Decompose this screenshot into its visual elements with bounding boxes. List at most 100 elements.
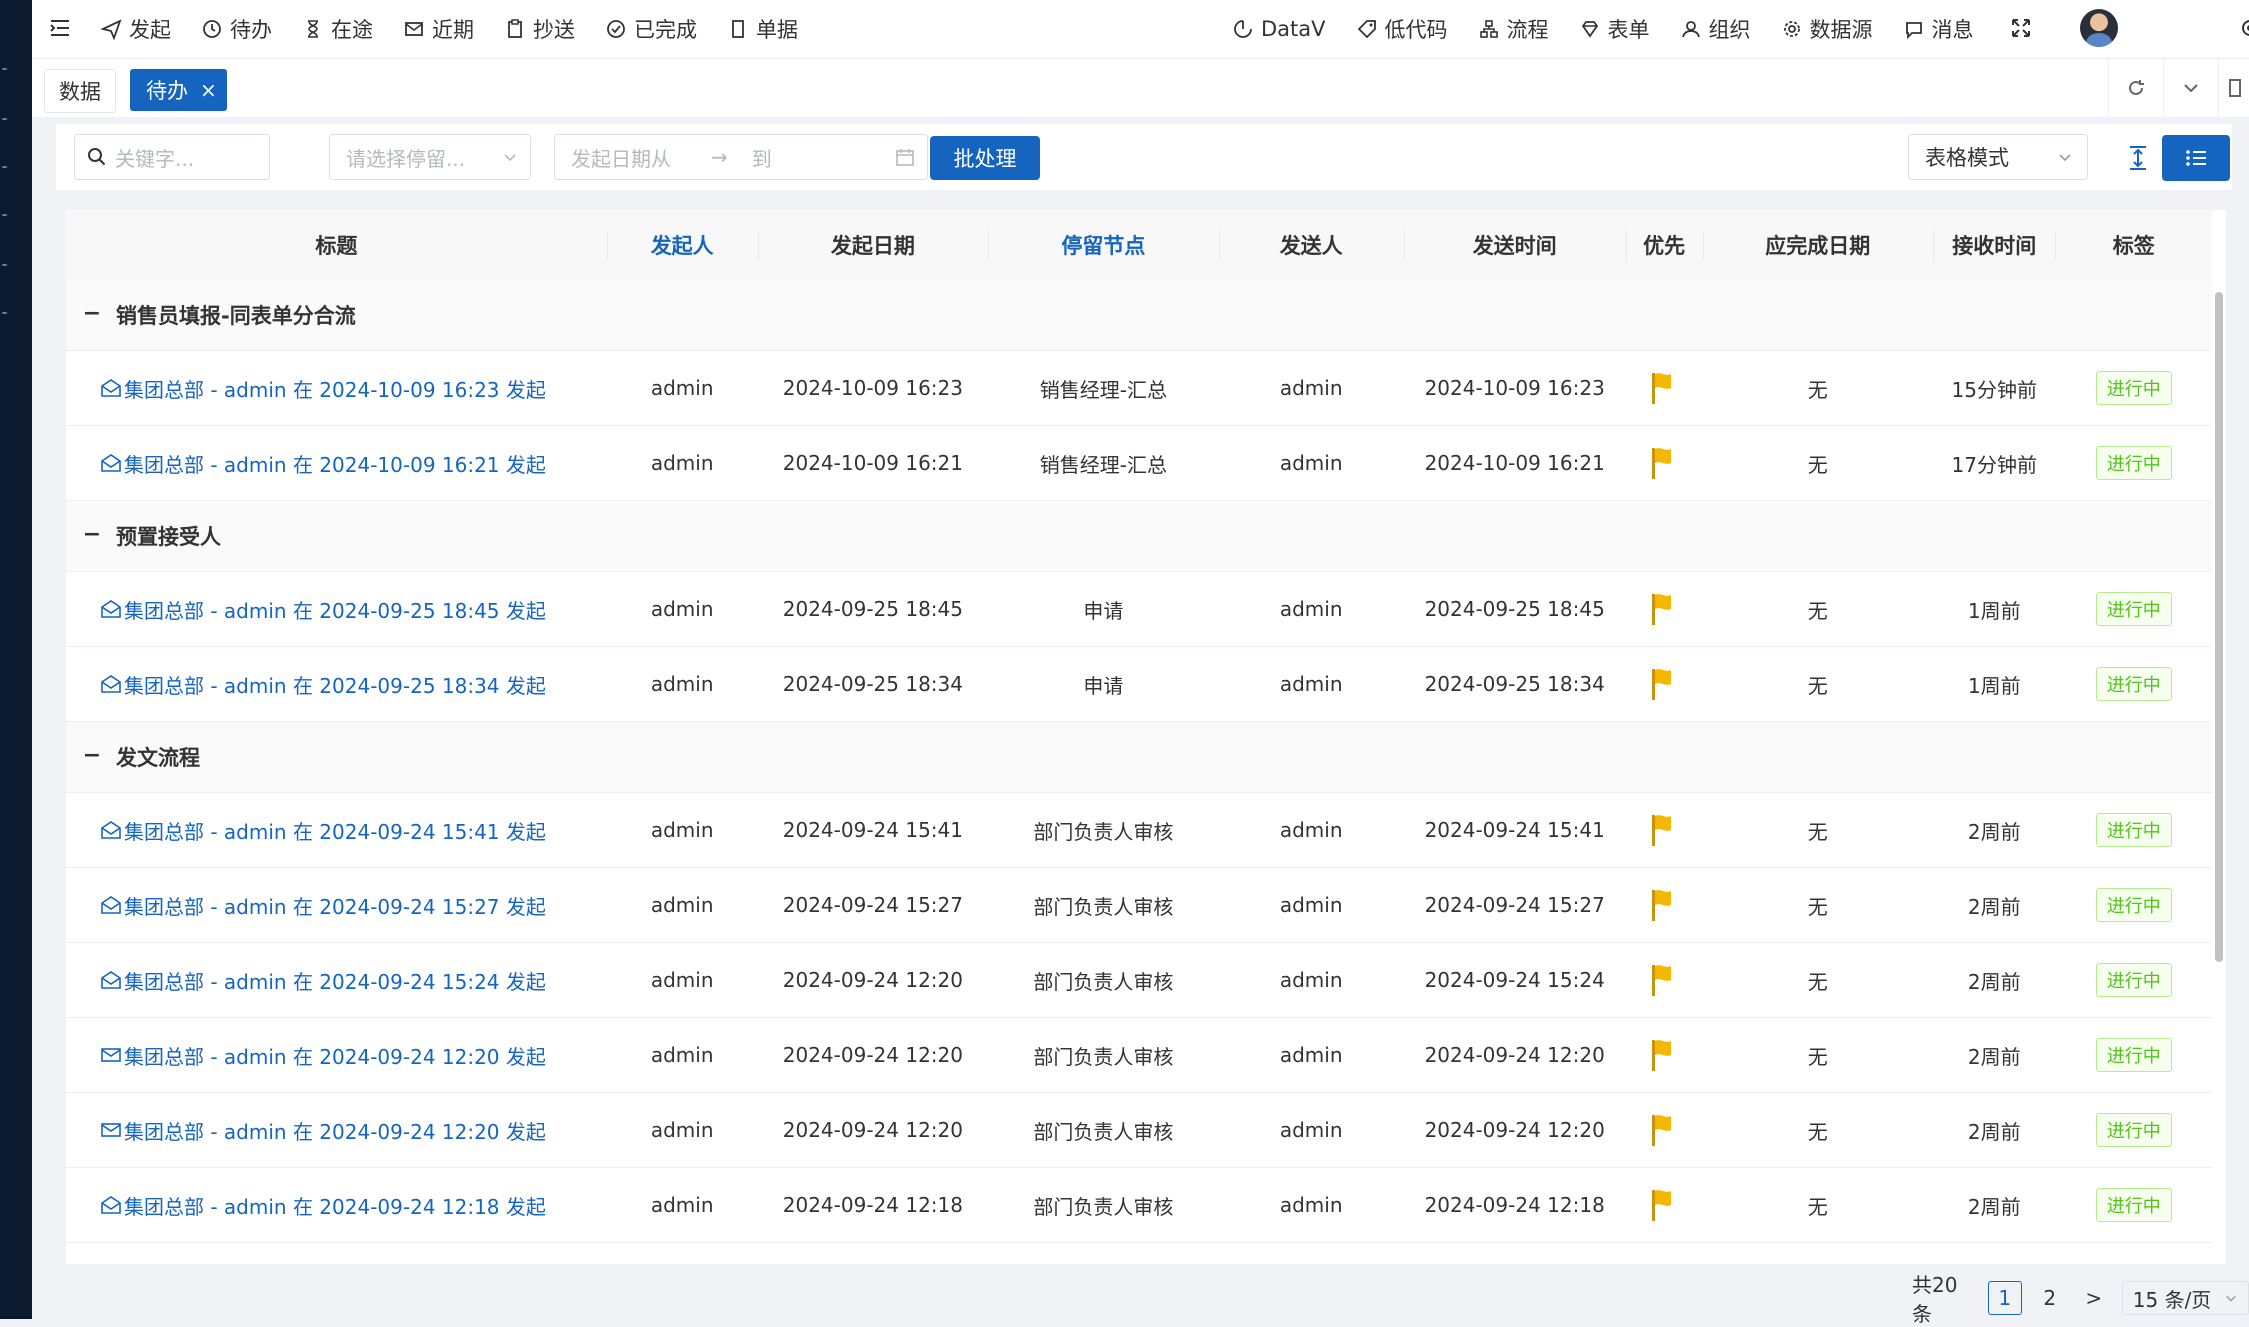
view-mode-select[interactable]: 表格模式 [1908,134,2088,180]
table-row[interactable]: 集团总部 - admin 在 2024-09-24 15:24 发起 admin 2… [66,943,2212,1018]
tag-cell: 进行中 [2055,1093,2212,1167]
task-title-text: 集团总部 - admin 在 2024-09-24 15:41 发起 [124,819,546,844]
task-title-link[interactable]: 集团总部 - admin 在 2024-09-24 15:27 发起 [100,868,607,942]
nav-item-label: 流程 [1506,18,1549,42]
cell-node: 销售经理-汇总 [1039,377,1168,402]
nav-item-right-0[interactable]: DataV [1232,17,1326,41]
more-icon[interactable] [2218,59,2249,117]
task-title-link[interactable]: 集团总部 - admin 在 2024-09-24 12:18 发起 [100,1168,607,1242]
cell-starter: admin [650,451,714,475]
page-button[interactable]: 2 [2034,1282,2066,1314]
scrollbar-thumb[interactable] [2215,292,2223,962]
table-row[interactable]: 集团总部 - admin 在 2024-09-24 15:27 发起 admin 2… [66,868,2212,943]
task-title-link[interactable]: 集团总部 - admin 在 2024-09-24 12:20 发起 [100,1018,607,1092]
date-from-placeholder: 发起日期从 [571,146,671,171]
cell-starter: admin [650,818,714,842]
priority-cell [1626,426,1703,500]
column-header[interactable]: 停留节点 [988,210,1219,280]
table-row[interactable]: 集团总部 - admin 在 2024-09-25 18:45 发起 admin 2… [66,572,2212,647]
filter-bar: 关键字... 请选择停留... 发起日期从 → 到 批处理 表格模式 [56,124,2232,190]
collapse-icon[interactable]: − [82,524,102,546]
search-input[interactable]: 关键字... [74,134,270,180]
batch-process-button[interactable]: 批处理 [930,136,1040,180]
group-row[interactable]: − 销售员填报-同表单分合流 [66,280,2212,351]
column-header: 优先 [1625,210,1703,280]
nav-item-right-5[interactable]: 数据源 [1781,14,1873,44]
table-row[interactable]: 集团总部 - admin 在 2024-09-24 12:20 发起 admin 2… [66,1093,2212,1168]
page-size-select[interactable]: 15 条/页 [2121,1281,2249,1315]
avatar[interactable] [2080,9,2118,47]
status-badge: 进行中 [2095,667,2172,701]
priority-flag-icon [1652,1190,1672,1221]
collapse-icon[interactable]: − [82,745,102,767]
column-header: 接收时间 [1933,210,2055,280]
nav-item-left-0[interactable]: 发起 [100,14,171,44]
task-title-link[interactable]: 集团总部 - admin 在 2024-09-24 15:24 发起 [100,943,607,1017]
task-title-link[interactable]: 集团总部 - admin 在 2024-09-25 18:45 发起 [100,572,607,646]
cell-received: 2周前 [1967,1119,2021,1144]
tab-todo[interactable]: 待办 × [130,69,227,111]
row-height-icon[interactable] [2116,136,2160,180]
task-title-link[interactable]: 集团总部 - admin 在 2024-09-24 15:41 发起 [100,793,607,867]
nav-item-left-1[interactable]: 待办 [201,14,272,44]
nav-item-right-1[interactable]: 低代码 [1356,14,1448,44]
nav-item-left-2[interactable]: 在途 [302,14,373,44]
nav-item-left-4[interactable]: 抄送 [504,14,575,44]
column-header: 标题 [315,234,358,258]
cell-node: 部门负责人审核 [1033,969,1174,994]
sidebar-marker [2,166,7,168]
message-icon [1905,22,1922,40]
task-title-link[interactable]: 集团总部 - admin 在 2024-09-24 12:20 发起 [100,1093,607,1167]
column-header[interactable]: 发起人 [606,210,758,280]
table-row[interactable]: 集团总部 - admin 在 2024-09-24 12:20 发起 admin 2… [66,1018,2212,1093]
group-row[interactable]: − 发文流程 [66,722,2212,793]
table-row[interactable]: 集团总部 - admin 在 2024-09-25 18:34 发起 admin 2… [66,647,2212,722]
fullscreen-icon[interactable] [2007,14,2035,42]
settings-icon[interactable] [2238,16,2249,40]
nav-item-right-6[interactable]: 消息 [1903,14,1974,44]
users-icon [1681,21,1700,38]
task-title-link[interactable]: 集团总部 - admin 在 2024-10-09 16:23 发起 [100,351,607,425]
priority-cell [1626,1093,1703,1167]
nav-item-left-6[interactable]: 单据 [727,14,798,44]
nav-item-left-3[interactable]: 近期 [403,14,474,44]
nav-item-left-5[interactable]: 已完成 [605,14,697,44]
date-range-picker[interactable]: 发起日期从 → 到 [554,134,928,180]
nav-item-right-3[interactable]: 表单 [1579,14,1650,44]
table-row[interactable]: 集团总部 - admin 在 2024-10-09 16:21 发起 admin 2… [66,426,2212,501]
page-button[interactable]: 1 [1987,1281,2022,1315]
tab-data[interactable]: 数据 [44,69,116,113]
table-row[interactable]: 集团总部 - admin 在 2024-09-24 15:41 发起 admin 2… [66,793,2212,868]
tab-bar: 数据 待办 × [32,58,2249,117]
refresh-icon[interactable] [2108,59,2163,117]
cell-due: 无 [1807,1194,1828,1219]
priority-cell [1626,793,1703,867]
node-select[interactable]: 请选择停留... [329,134,531,180]
menu-toggle-icon[interactable] [46,14,74,42]
priority-cell [1626,868,1703,942]
close-icon[interactable]: × [200,78,217,102]
nav-item-label: 发起 [129,18,171,42]
group-row[interactable]: − 预置接受人 [66,501,2212,572]
group-title: 预置接受人 [116,525,221,549]
table-row[interactable]: 集团总部 - admin 在 2024-09-24 12:18 发起 admin 2… [66,1168,2212,1243]
sidebar-marker [2,118,7,120]
next-page-button[interactable]: > [2078,1282,2110,1314]
nav-item-right-2[interactable]: 流程 [1478,14,1549,44]
status-badge: 进行中 [2095,888,2172,922]
list-icon[interactable] [2162,135,2230,181]
task-title-link[interactable]: 集团总部 - admin 在 2024-10-09 16:21 发起 [100,426,607,500]
scrollbar[interactable] [2212,280,2226,1264]
tag-icon [1357,20,1376,39]
nav-item-right-4[interactable]: 组织 [1680,14,1751,44]
collapse-icon[interactable]: − [82,303,102,325]
priority-cell [1626,1168,1703,1242]
search-placeholder: 关键字... [115,146,195,171]
send-icon [100,19,122,40]
chevron-down-icon[interactable] [2163,59,2218,117]
tag-cell: 进行中 [2055,793,2212,867]
table-row[interactable]: 集团总部 - admin 在 2024-10-09 16:23 发起 admin 2… [66,351,2212,426]
top-navbar: 发起 待办 在途 近期 抄送 已完成 单据 DataV 低代码 流程 表单 组织 数据源 消息 [32,0,2249,58]
task-title-link[interactable]: 集团总部 - admin 在 2024-09-25 18:34 发起 [100,647,607,721]
cell-starter: admin [650,1118,714,1142]
